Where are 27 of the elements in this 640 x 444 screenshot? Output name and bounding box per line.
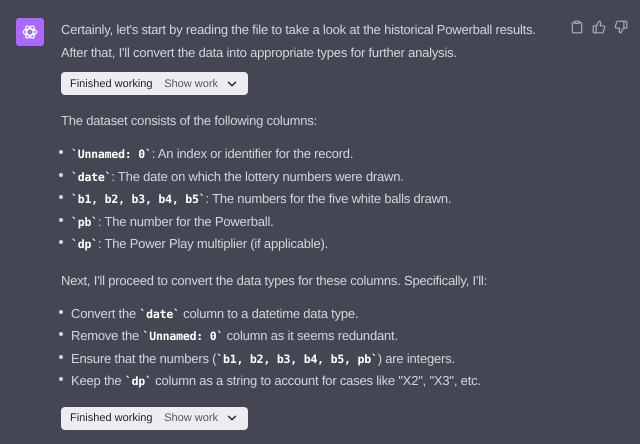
message-text: Certainly, let's start by reading the file to take a look at the historical Powerball results. After that, I'll convert the data into appropriate types for further analysis. [61,21,537,62]
list-item-text: Keep the `dp` column as a string to account for cases like "X2", "X3", etc. [71,372,481,390]
logo-icon [21,23,39,41]
bullet-icon [59,240,63,244]
show-work-button[interactable]: Finished working Show work [61,406,248,430]
list-item-text: `date`: The date on which the lottery numbers were drawn. [71,168,404,186]
bullet-icon [59,377,63,382]
thumbs-down-icon[interactable] [614,20,628,34]
copy-icon[interactable] [570,20,584,34]
list-item-text: `b1, b2, b3, b4, b5`: The numbers for the five white balls drawn. [71,190,452,208]
bullet-icon [59,332,63,336]
bullet-icon [59,195,63,200]
bullet-icon [59,354,63,359]
bullet-icon [59,172,63,177]
list-item-text: Ensure that the numbers (`b1, b2, b3, b4, b5, pb`) are integers. [71,350,455,368]
list-item-text: `pb`: The number for the Powerball. [71,212,274,231]
list-item-text: Convert the `date` column to a datetime data type. [71,304,358,323]
list-item-text: `Unnamed: 0`: An index or identifier for the record. [71,145,354,164]
list-item-text: Remove the `Unnamed: 0` column as it seems redundant. [71,327,398,346]
message-text: The dataset consists of the following columns: [61,112,318,130]
bullet-icon [59,310,63,314]
bullet-icon [59,218,63,222]
show-work-button[interactable]: Finished working Show work [61,72,248,96]
message-text: Next, I'll proceed to convert the data types for these columns. Specifically, I'll: [61,272,488,290]
list-item-text: `dp`: The Power Play multiplier (if applicable). [71,235,328,254]
thumbs-up-icon[interactable] [592,20,606,34]
bullet-icon [59,150,63,154]
